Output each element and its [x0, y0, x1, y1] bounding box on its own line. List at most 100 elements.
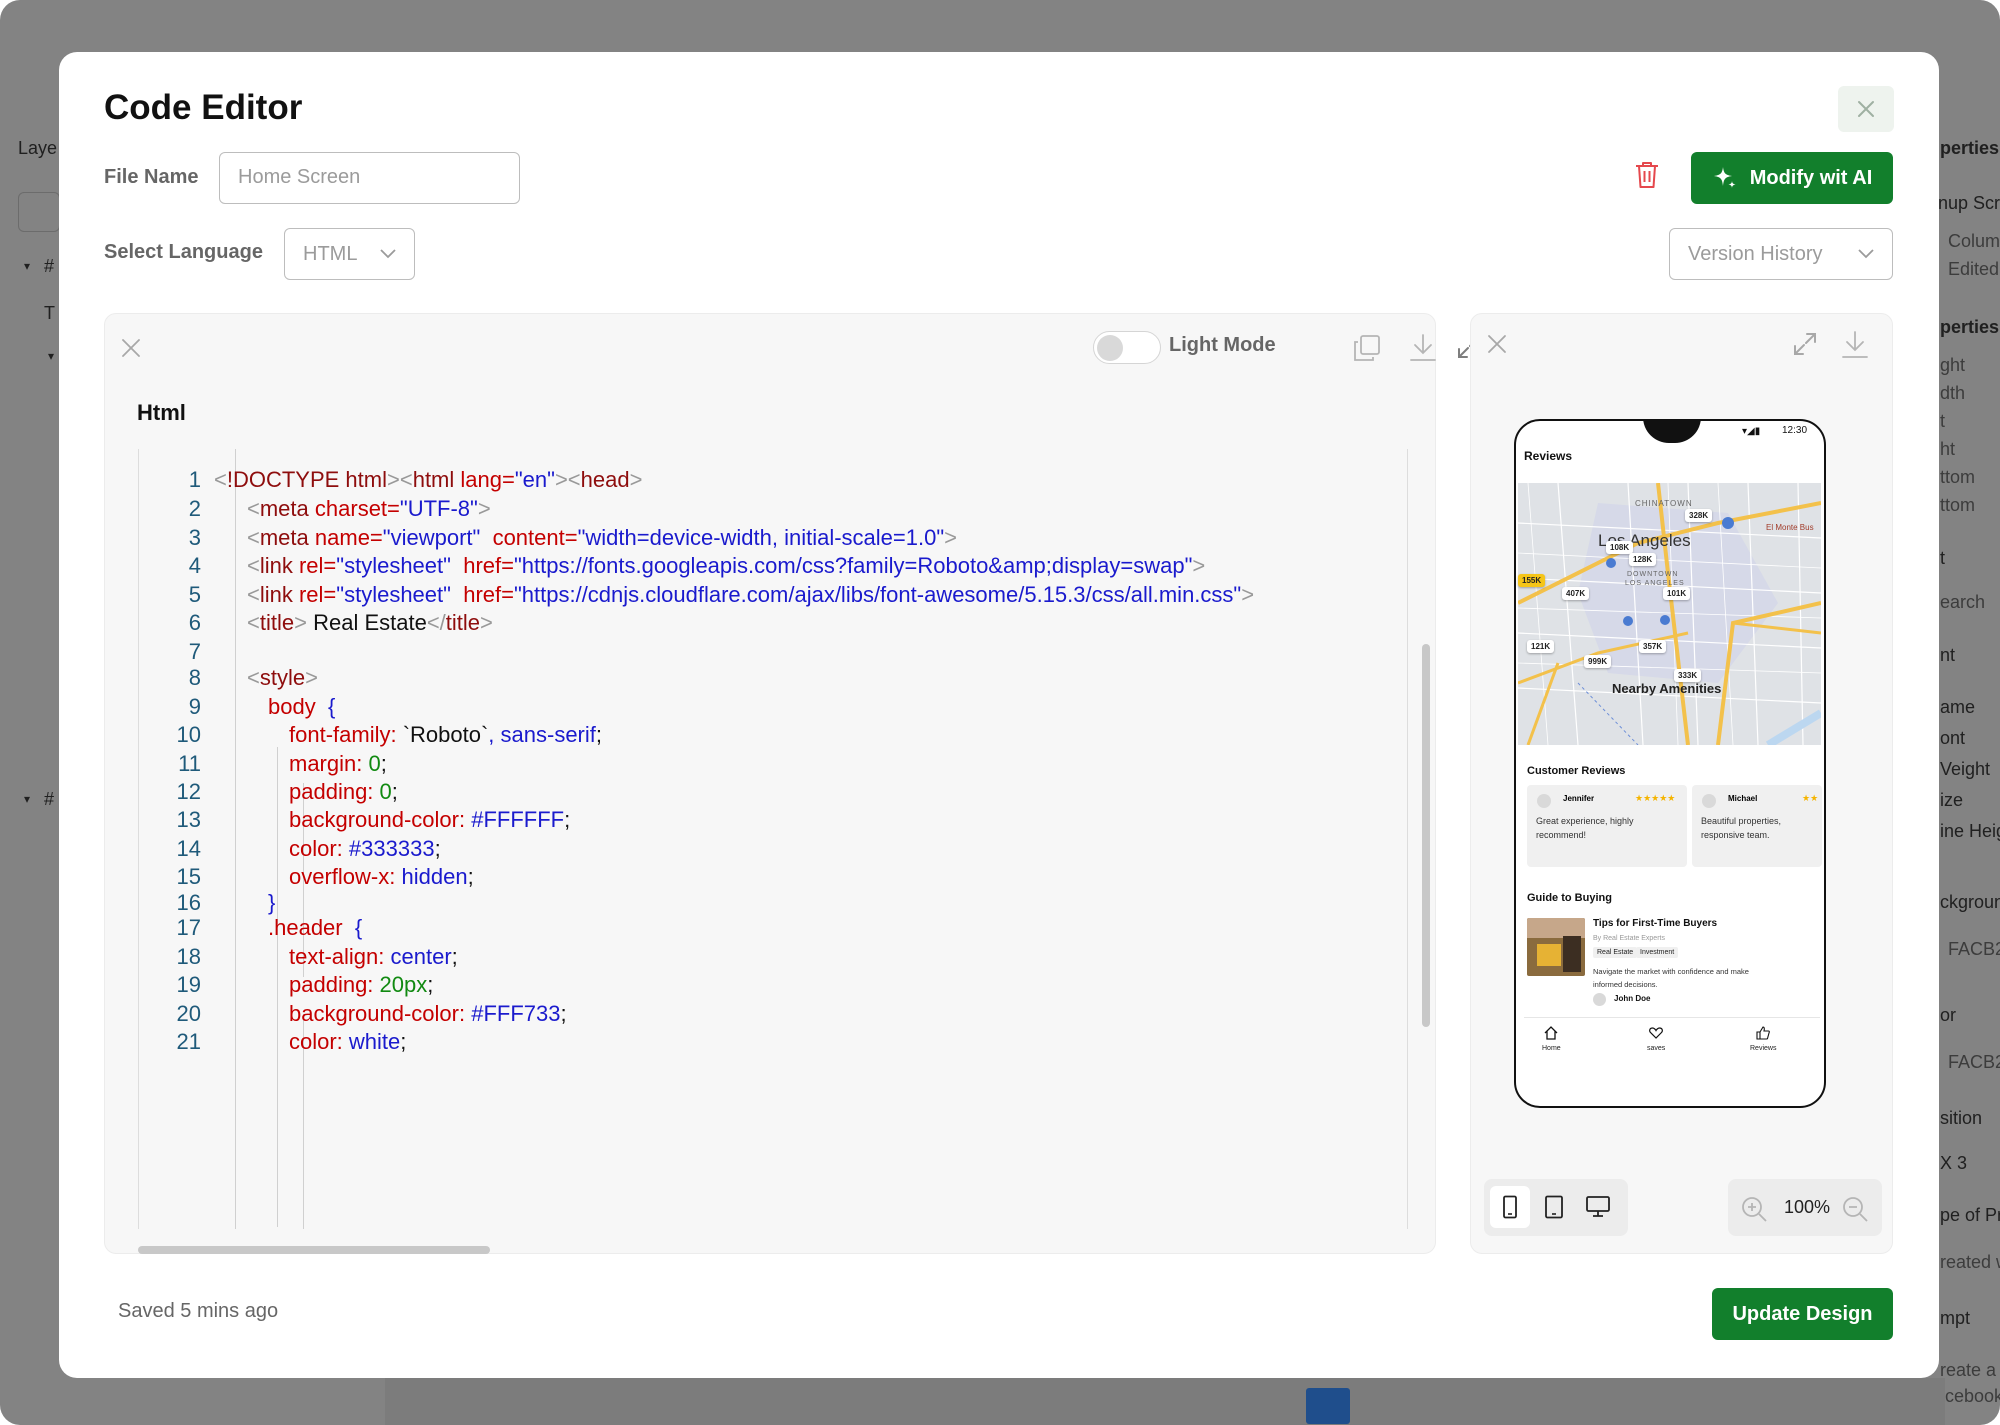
map-price-pin[interactable]: 108K — [1606, 541, 1634, 554]
avatar — [1537, 794, 1551, 808]
code-token: ; — [380, 751, 387, 776]
code-token: < — [247, 665, 260, 690]
code-token: center — [390, 944, 452, 969]
bg-right-26: reated w — [1940, 1252, 2000, 1272]
bg-caret-2: ▾ — [24, 792, 31, 806]
code-token: hidden — [401, 864, 468, 889]
editor-close-button[interactable] — [121, 338, 141, 363]
download-button[interactable] — [1409, 333, 1437, 368]
map-price-pin[interactable]: 407K — [1562, 587, 1590, 600]
code-token: < — [214, 467, 227, 492]
code-text: text-align: center; — [289, 944, 458, 970]
map-price-pin[interactable]: 999K — [1584, 655, 1612, 668]
article-desc: informed decisions. — [1593, 980, 1658, 989]
horizontal-scrollbar[interactable] — [138, 1246, 490, 1254]
map-price-pin[interactable]: 357K — [1639, 640, 1667, 653]
code-token: font-family: — [289, 722, 403, 747]
code-text: background-color: #FFF733; — [289, 1001, 567, 1027]
modal-close-button[interactable] — [1838, 86, 1894, 132]
code-token: > — [629, 467, 643, 492]
zoom-in-icon — [1742, 1197, 1767, 1222]
bg-right-25: pe of Pro — [1940, 1205, 2000, 1225]
code-line: 12 padding: 0; — [139, 777, 398, 807]
version-history-select[interactable]: Version History — [1669, 228, 1893, 280]
code-text: <link rel="stylesheet" href="https://cdn… — [247, 582, 1254, 608]
code-token: ; — [564, 807, 571, 832]
tablet-view-button[interactable] — [1534, 1186, 1574, 1228]
code-line: 6 <title> Real Estate</title> — [139, 608, 493, 638]
code-token: body — [268, 694, 328, 719]
code-token: head — [580, 467, 630, 492]
bg-layer-t: T — [44, 303, 55, 323]
code-token: overflow-x: — [289, 864, 402, 889]
copy-button[interactable] — [1352, 333, 1382, 368]
code-token: > — [477, 496, 491, 521]
code-token: #FFFFFF — [471, 807, 565, 832]
vertical-scrollbar[interactable] — [1422, 644, 1430, 1027]
code-area[interactable]: 1 <!DOCTYPE html><html lang="en"><head> 2 <… — [138, 449, 1408, 1229]
preview-download-button[interactable] — [1841, 330, 1869, 365]
code-line: 9 body { — [139, 692, 336, 722]
map-price-pin[interactable]: 328K — [1685, 509, 1713, 522]
line-number: 20 — [176, 1001, 201, 1026]
nav-divider — [1524, 1017, 1820, 1018]
code-token: !DOCTYPE html — [226, 467, 387, 492]
update-design-button[interactable]: Update Design — [1712, 1288, 1893, 1340]
language-select[interactable]: HTML — [284, 228, 415, 280]
line-number: 9 — [188, 694, 201, 719]
nav-label: Home — [1542, 1045, 1561, 1052]
phone-preview: 12:30 ▾◢▮ Reviews CHINATOWN DOWNTOWN LOS… — [1514, 419, 1826, 1108]
nav-reviews[interactable]: Reviews — [1750, 1026, 1776, 1052]
thumb-figure — [1563, 936, 1581, 972]
sparkle-icon — [1713, 167, 1736, 188]
line-number: 6 — [188, 610, 201, 635]
close-icon — [122, 339, 140, 357]
code-token: href= — [463, 553, 514, 578]
review-text: recommend! — [1536, 830, 1587, 840]
line-number: 7 — [188, 639, 201, 664]
map-price-pin[interactable]: 128K — [1629, 553, 1657, 566]
code-token: ; — [434, 836, 441, 861]
file-name-input[interactable]: Home Screen — [219, 152, 520, 204]
chevron-down-icon — [1858, 249, 1874, 259]
preview-close-button[interactable] — [1487, 334, 1507, 359]
bg-right-27: mpt — [1940, 1308, 1971, 1328]
code-line: 5 <link rel="stylesheet" href="https://cd… — [139, 580, 1254, 610]
code-line: 14 color: #333333; — [139, 834, 441, 864]
article-thumbnail[interactable] — [1527, 918, 1585, 976]
map-view[interactable]: CHINATOWN DOWNTOWN LOS ANGELES El Monte … — [1518, 483, 1821, 745]
map-price-pin[interactable]: 155K — [1518, 574, 1546, 587]
bg-right-19: ckgroun — [1940, 892, 2000, 912]
zoom-in-button[interactable] — [1740, 1195, 1768, 1228]
code-token: 0 — [379, 779, 392, 804]
version-history-label: Version History — [1688, 242, 1823, 265]
thumbs-up-icon — [1756, 1026, 1771, 1040]
bg-right-24: X 3 — [1940, 1153, 1968, 1173]
bg-right-12: earch — [1940, 592, 1986, 612]
zoom-out-button[interactable] — [1841, 1195, 1869, 1228]
map-price-pin[interactable]: 121K — [1527, 640, 1555, 653]
preview-expand-button[interactable] — [1793, 332, 1817, 361]
bg-right-6: dth — [1940, 383, 1966, 403]
line-number: 2 — [188, 496, 201, 521]
code-text: .header { — [268, 915, 362, 941]
desktop-view-button[interactable] — [1578, 1186, 1618, 1228]
code-token: ; — [451, 944, 458, 969]
code-text: <style> — [247, 665, 318, 691]
nav-home[interactable]: Home — [1542, 1026, 1561, 1052]
line-number: 1 — [188, 467, 201, 492]
delete-button[interactable] — [1634, 160, 1660, 195]
light-mode-toggle[interactable] — [1093, 331, 1161, 364]
code-token: > — [944, 525, 958, 550]
mobile-view-button[interactable] — [1490, 1186, 1530, 1228]
bg-right-17: ize — [1940, 790, 1964, 810]
code-token: 20px — [379, 972, 428, 997]
nav-saves[interactable]: saves — [1647, 1026, 1665, 1052]
line-number: 10 — [176, 722, 201, 747]
code-token: color: — [289, 1029, 349, 1054]
code-line: 13 background-color: #FFFFFF; — [139, 805, 571, 835]
modify-with-ai-button[interactable]: Modify wit AI — [1691, 152, 1893, 204]
map-price-pin[interactable]: 101K — [1663, 587, 1691, 600]
code-token: ; — [560, 1001, 567, 1026]
